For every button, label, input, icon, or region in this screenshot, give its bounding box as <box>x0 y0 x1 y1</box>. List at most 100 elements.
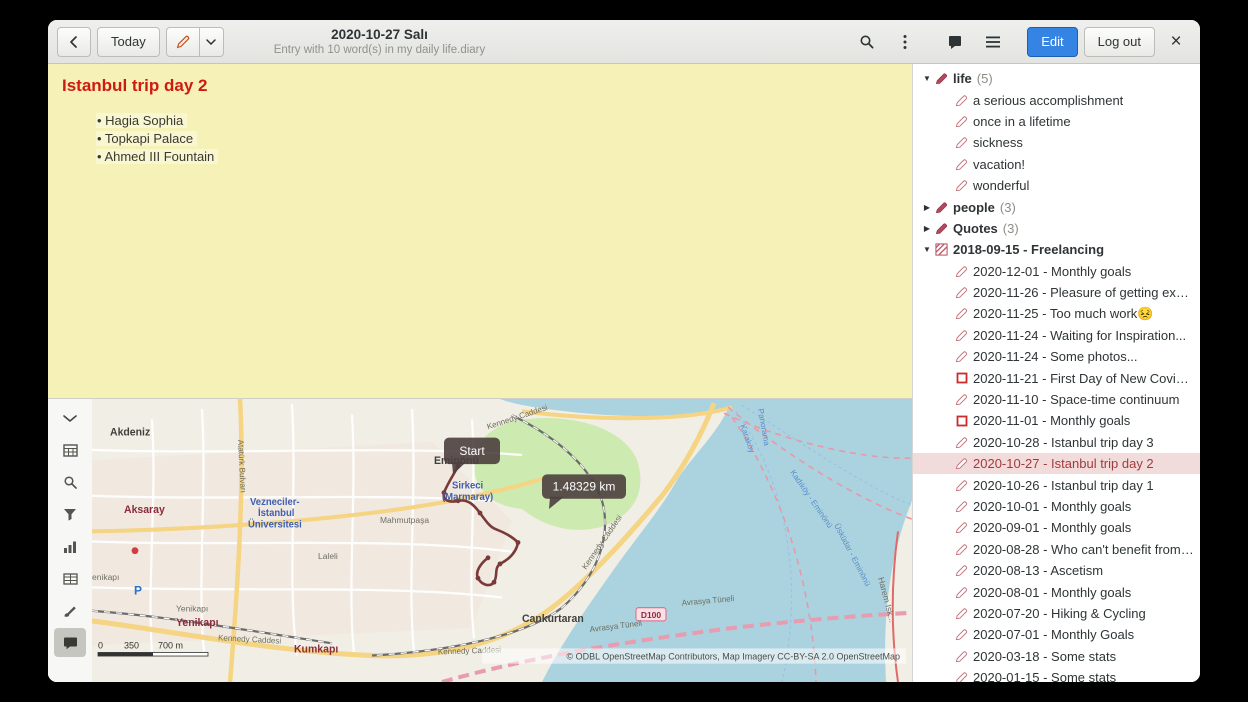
map-view[interactable]: D100 P <box>92 399 912 682</box>
chevron-down-icon <box>206 39 216 45</box>
chart-tab-button[interactable] <box>54 532 86 561</box>
entry-icon <box>954 586 969 599</box>
tree-row[interactable]: 2020-08-13 - Ascetism <box>913 560 1200 581</box>
tree-row[interactable]: 2020-08-01 - Monthly goals <box>913 581 1200 602</box>
brush-icon <box>63 604 77 618</box>
diary-app-window: Today 2020-10-27 Salı Entry with 10 word… <box>48 20 1200 682</box>
tree-row[interactable]: 2020-03-18 - Some stats <box>913 646 1200 667</box>
tree-row[interactable]: 2020-11-10 - Space-time continuum <box>913 389 1200 410</box>
list-item: • Topkapi Palace <box>96 130 898 148</box>
tree-row[interactable]: vacation! <box>913 154 1200 175</box>
entry-icon <box>954 307 969 320</box>
tree-row[interactable]: 2020-11-24 - Waiting for Inspiration... <box>913 325 1200 346</box>
today-button[interactable]: Today <box>97 27 160 57</box>
expander-icon[interactable]: ▶ <box>920 224 934 233</box>
edit-entry-button[interactable] <box>166 27 200 57</box>
tags-button[interactable] <box>939 27 971 57</box>
entry-icon <box>954 393 969 406</box>
row-label: sickness <box>973 135 1023 150</box>
row-label: 2020-07-01 - Monthly Goals <box>973 627 1134 642</box>
row-label: vacation! <box>973 157 1025 172</box>
edit-mode-button[interactable]: Edit <box>1027 27 1077 57</box>
tree-row[interactable]: 2020-11-24 - Some photos... <box>913 346 1200 367</box>
entry-icon <box>954 607 969 620</box>
row-label: life <box>953 71 972 86</box>
tree-row[interactable]: 2020-12-01 - Monthly goals <box>913 261 1200 282</box>
sidebar-tree: ▼ life (5) a serious accomplishment once… <box>912 64 1200 682</box>
table-tab-button[interactable] <box>54 564 86 593</box>
row-count: (3) <box>1000 200 1016 215</box>
tree-row[interactable]: 2020-11-21 - First Day of New Covid R... <box>913 367 1200 388</box>
map-panel: D100 P <box>48 398 912 682</box>
tree-row[interactable]: once in a lifetime <box>913 111 1200 132</box>
tree-row[interactable]: 2020-11-01 - Monthly goals <box>913 410 1200 431</box>
bullet-text: • Ahmed III Fountain <box>96 149 218 164</box>
tree-row[interactable]: 2020-08-28 - Who can't benefit from ... <box>913 539 1200 560</box>
expander-icon[interactable]: ▼ <box>920 245 934 254</box>
bullet-text: • Topkapi Palace <box>96 131 197 146</box>
main-menu-button[interactable] <box>977 27 1009 57</box>
tree-row[interactable]: 2020-10-27 - Istanbul trip day 2 <box>913 453 1200 474</box>
tree-row[interactable]: 2020-09-01 - Monthly goals <box>913 517 1200 538</box>
entry-split-button <box>166 27 224 57</box>
entry-icon <box>954 543 969 556</box>
search-button[interactable] <box>851 27 883 57</box>
bar-chart-icon <box>63 540 77 553</box>
entry-icon <box>954 521 969 534</box>
title-block: 2020-10-27 Salı Entry with 10 word(s) in… <box>274 26 486 58</box>
theme-tab-button[interactable] <box>54 596 86 625</box>
tree-row[interactable]: 2020-07-01 - Monthly Goals <box>913 624 1200 645</box>
tree-row[interactable]: sickness <box>913 132 1200 153</box>
row-label: 2020-08-01 - Monthly goals <box>973 585 1131 600</box>
row-label: 2020-10-26 - Istanbul trip day 1 <box>973 478 1154 493</box>
expander-icon[interactable]: ▼ <box>920 74 934 83</box>
tree-row[interactable]: ▶ people (3) <box>913 196 1200 217</box>
more-options-button[interactable] <box>889 27 921 57</box>
filter-tab-button[interactable] <box>54 500 86 529</box>
map-label: (Marmaray) <box>442 492 493 503</box>
tree-row[interactable]: 2020-01-15 - Some stats <box>913 667 1200 682</box>
row-label: 2020-01-15 - Some stats <box>973 670 1116 682</box>
entry-dropdown-button[interactable] <box>200 27 224 57</box>
tree-row[interactable]: ▶ Quotes (3) <box>913 218 1200 239</box>
entry-icon <box>954 329 969 342</box>
entry-editor[interactable]: Istanbul trip day 2 • Hagia Sophia • Top… <box>48 64 912 398</box>
tree-row[interactable]: 2020-11-26 - Pleasure of getting exac... <box>913 282 1200 303</box>
tree-row[interactable]: 2020-11-25 - Too much work😣 <box>913 303 1200 324</box>
headerbar: Today 2020-10-27 Salı Entry with 10 word… <box>48 20 1200 64</box>
tree-row[interactable]: ▼ 2018-09-15 - Freelancing <box>913 239 1200 260</box>
window-subtitle: Entry with 10 word(s) in my daily life.d… <box>274 43 486 58</box>
calendar-tab-button[interactable] <box>54 436 86 465</box>
map-svg: D100 P <box>92 399 912 682</box>
attribution-text: © ODBL OpenStreetMap Contributors, Map I… <box>566 652 900 662</box>
entry-icon <box>954 457 969 470</box>
logout-button[interactable]: Log out <box>1084 27 1155 57</box>
back-button[interactable] <box>57 27 91 57</box>
entry-icon <box>954 350 969 363</box>
map-label: Akdeniz <box>110 427 150 439</box>
tree-row[interactable]: 2020-10-01 - Monthly goals <box>913 496 1200 517</box>
search-tab-button[interactable] <box>54 468 86 497</box>
panel-collapse-button[interactable] <box>54 404 86 433</box>
tag-icon <box>934 222 949 235</box>
expander-icon[interactable]: ▶ <box>920 203 934 212</box>
tree-row[interactable]: 2020-07-20 - Hiking & Cycling <box>913 603 1200 624</box>
bottom-panel-toolbar <box>48 399 92 682</box>
comment-bubble-icon <box>63 636 78 650</box>
tree-row[interactable]: 2020-10-26 - Istanbul trip day 1 <box>913 474 1200 495</box>
poi-marker <box>132 547 139 554</box>
map-label: Sirkeci <box>452 481 483 492</box>
tag-outline-icon <box>954 115 969 128</box>
tree-row[interactable]: wonderful <box>913 175 1200 196</box>
close-button[interactable]: × <box>1161 27 1191 57</box>
tree-row[interactable]: 2020-10-28 - Istanbul trip day 3 <box>913 432 1200 453</box>
location-tab-button[interactable] <box>54 628 86 657</box>
tree-row[interactable]: a serious accomplishment <box>913 89 1200 110</box>
row-count: (5) <box>977 71 993 86</box>
map-label: Vezneciler- <box>250 497 300 508</box>
row-label: 2020-09-01 - Monthly goals <box>973 520 1131 535</box>
entry-todo-icon <box>954 372 969 384</box>
map-label: Yenikapı <box>176 604 208 614</box>
tree-row[interactable]: ▼ life (5) <box>913 68 1200 89</box>
list-item: • Ahmed III Fountain <box>96 148 898 166</box>
